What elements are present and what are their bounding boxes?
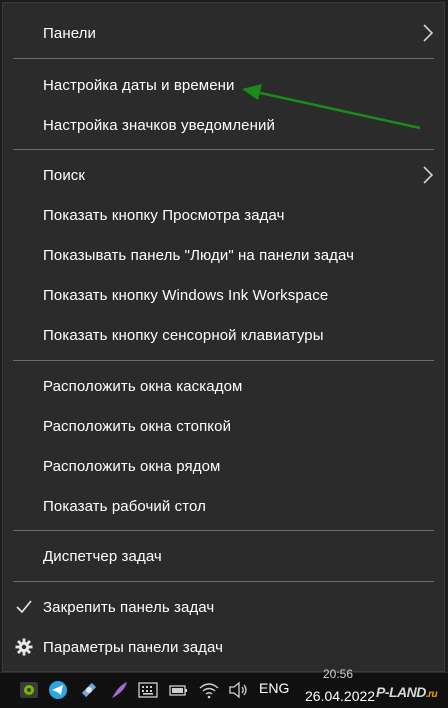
menu-item-show-ink-workspace[interactable]: Показать кнопку Windows Ink Workspace [3, 275, 444, 315]
menu-item-taskbar-settings[interactable]: Параметры панели задач [3, 627, 444, 667]
menu-item-label: Диспетчер задач [43, 547, 162, 565]
menu-item-lock-taskbar[interactable]: Закрепить панель задач [3, 587, 444, 627]
satellite-icon[interactable] [78, 679, 100, 701]
menu-item-show-people[interactable]: Показывать панель "Люди" на панели задач [3, 235, 444, 275]
menu-item-notification-icons[interactable]: Настройка значков уведомлений [3, 105, 444, 145]
menu-item-label: Расположить окна стопкой [43, 417, 232, 435]
menu-item-label: Расположить окна каскадом [43, 377, 243, 395]
menu-item-cascade-windows[interactable]: Расположить окна каскадом [3, 366, 444, 406]
menu-item-show-desktop[interactable]: Показать рабочий стол [3, 486, 444, 526]
wifi-icon[interactable] [198, 679, 220, 701]
menu-item-label: Параметры панели задач [43, 638, 224, 656]
menu-separator [13, 581, 434, 582]
chevron-right-icon [423, 24, 434, 42]
chevron-right-icon [423, 166, 434, 184]
menu-item-label: Расположить окна рядом [43, 457, 221, 475]
menu-item-label: Настройка значков уведомлений [43, 116, 275, 134]
taskbar: ENG 20:56 26.04.2022 P-LAND.ru [0, 667, 448, 708]
checkmark-icon [16, 600, 32, 614]
menu-separator [13, 149, 434, 150]
menu-item-label: Показать рабочий стол [43, 497, 207, 515]
nvidia-icon[interactable] [18, 679, 40, 701]
menu-item-label: Настройка даты и времени [43, 76, 235, 94]
menu-separator [13, 530, 434, 531]
menu-item-date-time-settings[interactable]: Настройка даты и времени [3, 65, 444, 105]
battery-icon[interactable] [168, 679, 190, 701]
telegram-icon[interactable] [47, 679, 69, 701]
menu-item-panels[interactable]: Панели [3, 13, 444, 53]
menu-separator [13, 58, 434, 59]
taskbar-context-menu: Панели Настройка даты и времени Настройк… [2, 2, 445, 672]
menu-item-show-touch-keyboard[interactable]: Показать кнопку сенсорной клавиатуры [3, 315, 444, 355]
keyboard-icon[interactable] [137, 679, 159, 701]
menu-item-label: Показать кнопку сенсорной клавиатуры [43, 326, 324, 344]
clock-time[interactable]: 20:56 [323, 667, 353, 681]
volume-icon[interactable] [227, 679, 249, 701]
menu-item-label: Показать кнопку Просмотра задач [43, 206, 285, 224]
gear-icon [15, 638, 33, 656]
menu-item-label: Закрепить панель задач [43, 598, 215, 616]
menu-item-search[interactable]: Поиск [3, 155, 444, 195]
menu-item-stack-windows[interactable]: Расположить окна стопкой [3, 406, 444, 446]
menu-item-label: Панели [43, 24, 96, 42]
language-indicator[interactable]: ENG [259, 680, 289, 696]
menu-item-label: Показывать панель "Люди" на панели задач [43, 246, 355, 264]
clock-date[interactable]: 26.04.2022 [305, 688, 375, 704]
menu-item-side-by-side[interactable]: Расположить окна рядом [3, 446, 444, 486]
menu-item-show-task-view[interactable]: Показать кнопку Просмотра задач [3, 195, 444, 235]
menu-item-label: Показать кнопку Windows Ink Workspace [43, 286, 329, 304]
watermark: P-LAND.ru [376, 684, 438, 700]
menu-item-task-manager[interactable]: Диспетчер задач [3, 536, 444, 576]
menu-separator [13, 360, 434, 361]
feather-icon[interactable] [108, 679, 130, 701]
menu-item-label: Поиск [43, 166, 86, 184]
